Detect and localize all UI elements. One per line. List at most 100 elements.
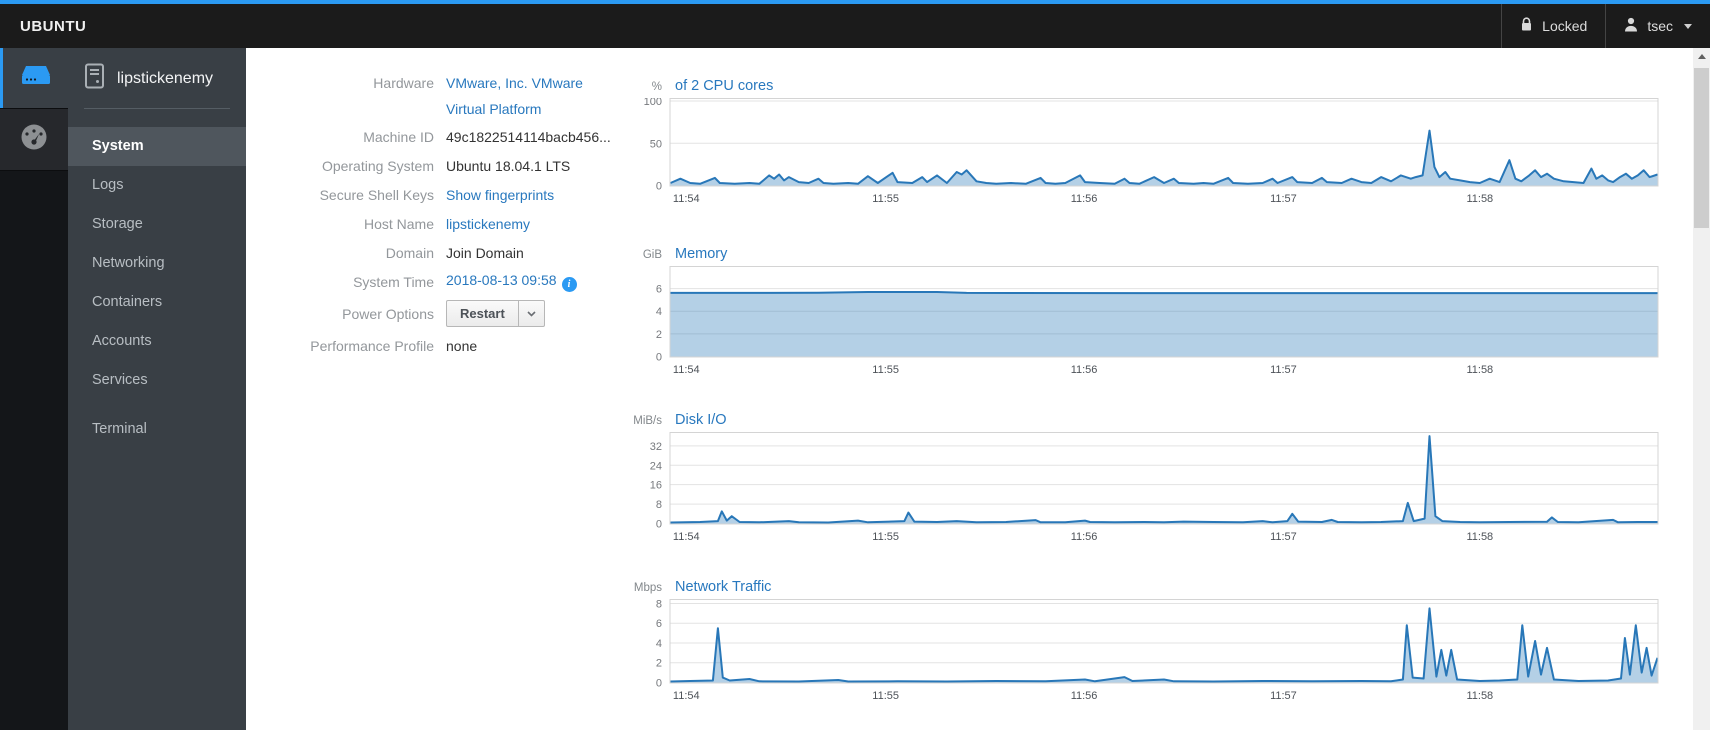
svg-text:6: 6 xyxy=(656,284,662,296)
svg-text:11:57: 11:57 xyxy=(1270,531,1297,543)
svg-text:11:56: 11:56 xyxy=(1071,690,1098,702)
svg-text:11:58: 11:58 xyxy=(1466,193,1493,205)
hardware-link[interactable]: VMware, Inc. VMware Virtual Platform xyxy=(446,70,583,122)
cpu-chart-plot: 100 50 0 11:54 11:55 11:56 11:57 11:58 xyxy=(590,96,1680,215)
sidebar-item-logs[interactable]: Logs xyxy=(68,166,246,205)
domain-label: Domain xyxy=(385,244,434,261)
performance-profile-value: none xyxy=(446,337,478,354)
network-traffic-chart: Mbps Network Traffic 8 6 4 2 0 11:54 11:55 11:5… xyxy=(590,579,1680,712)
memory-unit-label: GiB xyxy=(642,249,662,261)
svg-text:100: 100 xyxy=(644,98,662,108)
svg-text:11:55: 11:55 xyxy=(872,193,899,205)
svg-text:11:57: 11:57 xyxy=(1270,193,1297,205)
svg-text:11:56: 11:56 xyxy=(1071,193,1098,205)
svg-text:11:58: 11:58 xyxy=(1466,690,1493,702)
server-icon xyxy=(19,63,53,94)
sidebar-item-system[interactable]: System xyxy=(68,127,246,166)
svg-text:24: 24 xyxy=(650,460,662,472)
memory-chart: GiB Memory 6 4 2 0 11:54 11:55 11:56 11:57 11:58 xyxy=(590,246,1680,386)
sidebar-item-terminal[interactable]: Terminal xyxy=(68,410,246,449)
rail-item-current-machine[interactable] xyxy=(0,48,68,108)
machine-id-value: 49c1822514114bacb456... xyxy=(446,128,611,145)
svg-text:11:55: 11:55 xyxy=(872,364,899,376)
svg-text:16: 16 xyxy=(650,480,662,492)
masthead: UBUNTU Locked tsec xyxy=(0,0,1710,48)
network-chart-plot: 8 6 4 2 0 11:54 11:55 11:56 11:57 11:58 xyxy=(590,598,1680,712)
machine-rail xyxy=(0,48,68,730)
svg-text:6: 6 xyxy=(656,618,662,630)
chevron-down-icon xyxy=(527,310,536,317)
cpu-chart: % of 2 CPU cores 100 50 0 11:54 11:55 11:56 11… xyxy=(590,78,1680,215)
hardware-label: Hardware xyxy=(373,75,434,91)
svg-text:32: 32 xyxy=(650,441,662,453)
gauge-icon xyxy=(19,123,49,156)
svg-text:2: 2 xyxy=(656,329,662,341)
svg-text:11:56: 11:56 xyxy=(1071,531,1098,543)
cpu-chart-title-link[interactable]: of 2 CPU cores xyxy=(670,78,773,94)
svg-text:11:55: 11:55 xyxy=(872,690,899,702)
memory-chart-title-link[interactable]: Memory xyxy=(670,246,727,262)
svg-text:11:58: 11:58 xyxy=(1466,531,1493,543)
svg-text:11:54: 11:54 xyxy=(673,364,700,376)
sidebar-item-services[interactable]: Services xyxy=(68,361,246,400)
show-fingerprints-link[interactable]: Show fingerprints xyxy=(446,187,554,203)
cpu-unit-label: % xyxy=(651,81,662,93)
restart-split-button: Restart xyxy=(446,300,545,327)
host-name-field-label: Host Name xyxy=(363,215,434,232)
system-time-link[interactable]: 2018-08-13 09:58 xyxy=(446,272,557,288)
svg-text:11:54: 11:54 xyxy=(673,531,700,543)
host-selector[interactable]: lipstickenemy xyxy=(68,48,246,108)
main-content: Hardware VMware, Inc. VMware Virtual Plat… xyxy=(246,48,1693,730)
performance-profile-label: Performance Profile xyxy=(310,337,434,354)
user-name: tsec xyxy=(1647,18,1673,34)
charts-column: % of 2 CPU cores 100 50 0 11:54 11:55 11:56 11… xyxy=(590,78,1680,712)
svg-text:4: 4 xyxy=(656,306,662,318)
machine-id-label: Machine ID xyxy=(363,128,434,145)
join-domain-value[interactable]: Join Domain xyxy=(446,245,524,261)
svg-text:0: 0 xyxy=(656,519,662,531)
restart-button[interactable]: Restart xyxy=(447,301,518,326)
restart-dropdown-toggle[interactable] xyxy=(517,301,544,326)
sidebar-item-accounts[interactable]: Accounts xyxy=(68,322,246,361)
disk-io-chart-title-link[interactable]: Disk I/O xyxy=(670,412,727,428)
network-chart-title-link[interactable]: Network Traffic xyxy=(670,579,771,595)
power-options-label: Power Options xyxy=(342,305,434,322)
sidebar-item-networking[interactable]: Networking xyxy=(68,244,246,283)
svg-text:8: 8 xyxy=(656,499,662,511)
svg-text:0: 0 xyxy=(656,352,662,364)
host-name-label: lipstickenemy xyxy=(117,69,214,87)
svg-text:11:55: 11:55 xyxy=(872,531,899,543)
host-name-link[interactable]: lipstickenemy xyxy=(446,216,530,232)
svg-text:11:54: 11:54 xyxy=(673,193,700,205)
svg-text:11:56: 11:56 xyxy=(1071,364,1098,376)
svg-text:50: 50 xyxy=(650,138,662,150)
user-icon xyxy=(1624,17,1638,35)
sidebar-item-containers[interactable]: Containers xyxy=(68,283,246,322)
ssh-keys-label: Secure Shell Keys xyxy=(319,186,434,203)
brand-label: UBUNTU xyxy=(20,17,87,35)
host-icon xyxy=(84,63,105,94)
disk-io-unit-label: MiB/s xyxy=(633,415,662,427)
lock-icon xyxy=(1520,17,1533,35)
user-menu[interactable]: tsec xyxy=(1605,4,1710,48)
rail-item-dashboard[interactable] xyxy=(0,108,68,171)
page-scrollbar[interactable] xyxy=(1693,48,1710,730)
svg-text:11:57: 11:57 xyxy=(1270,690,1297,702)
sidebar-item-storage[interactable]: Storage xyxy=(68,205,246,244)
time-info-icon[interactable]: i xyxy=(561,276,577,292)
svg-text:8: 8 xyxy=(656,599,662,610)
svg-text:2: 2 xyxy=(656,658,662,670)
locked-indicator[interactable]: Locked xyxy=(1501,4,1605,48)
disk-io-chart: MiB/s Disk I/O 32 24 16 8 0 11:54 11:55 11:56 11… xyxy=(590,412,1680,553)
system-time-label: System Time xyxy=(353,273,434,290)
network-unit-label: Mbps xyxy=(633,582,662,594)
locked-label: Locked xyxy=(1542,18,1588,34)
os-value: Ubuntu 18.04.1 LTS xyxy=(446,157,571,174)
scrollbar-up-arrow[interactable] xyxy=(1693,48,1710,65)
sidebar-nav: System Logs Storage Networking Container… xyxy=(68,109,246,449)
svg-text:11:58: 11:58 xyxy=(1466,364,1493,376)
scrollbar-thumb[interactable] xyxy=(1694,68,1709,228)
os-label: Operating System xyxy=(321,157,434,174)
svg-text:11:54: 11:54 xyxy=(673,690,700,702)
svg-text:4: 4 xyxy=(656,638,662,650)
